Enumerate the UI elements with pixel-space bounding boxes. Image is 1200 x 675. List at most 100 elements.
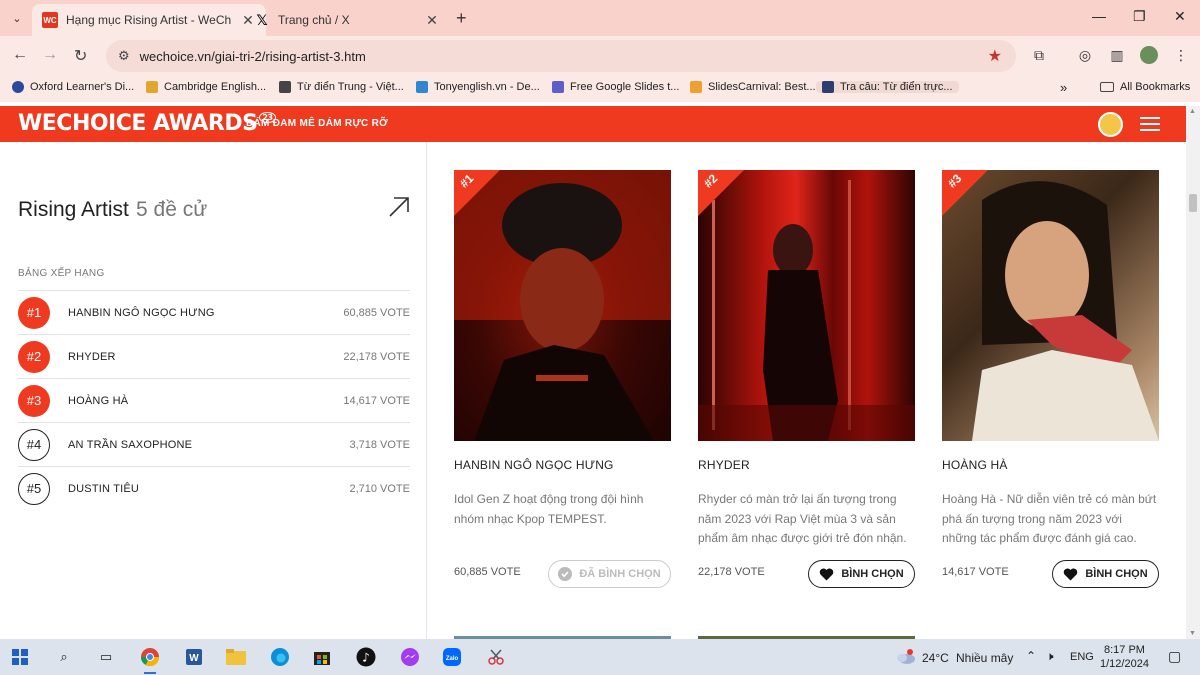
bookmark-label: Oxford Learner's Di... <box>30 81 135 93</box>
weather-temp[interactable]: 24°C <box>922 651 949 665</box>
ranking-row[interactable]: #4 AN TRẦN SAXOPHONE 3,718 VOTE <box>18 422 410 466</box>
wechoice-logo[interactable]: WECHOICE AWARDS 23 <box>18 111 276 136</box>
expand-arrow-icon[interactable] <box>388 196 410 218</box>
check-circle-icon <box>558 567 573 581</box>
vote-button[interactable]: BÌNH CHỌN <box>1052 560 1159 588</box>
weather-description[interactable]: Nhiều mây <box>956 651 1013 665</box>
nominee-name[interactable]: RHYDER <box>698 458 750 472</box>
speaker-muted-icon[interactable]: 🕨 <box>1046 649 1054 664</box>
file-explorer-icon[interactable] <box>224 645 248 669</box>
scroll-down-arrow-icon[interactable]: ▼ <box>1189 630 1196 637</box>
page-scrollbar[interactable]: ▲ ▼ <box>1186 106 1200 639</box>
bookmark-favicon <box>822 81 834 93</box>
bookmark-tonyenglish[interactable]: Tonyenglish.vn - De... <box>416 81 540 93</box>
windows-start-icon[interactable] <box>8 645 32 669</box>
system-clock[interactable]: 8:17 PM 1/12/2024 <box>1100 643 1149 671</box>
bookmark-star-icon[interactable]: ★ <box>988 46 1002 66</box>
folder-icon <box>1100 82 1114 92</box>
nominee-photo[interactable]: #3 <box>942 170 1159 441</box>
ranking-row[interactable]: #2 RHYDER 22,178 VOTE <box>18 334 410 378</box>
vote-count: 60,885 VOTE <box>343 306 410 319</box>
windows-taskbar: ⌕ ▭ W ♪ Zalo 24°C Nhiều mây ⌃ 🕨 ENG 8:17… <box>0 639 1200 675</box>
scroll-up-arrow-icon[interactable]: ▲ <box>1189 108 1196 115</box>
vote-count: 14,617 VOTE <box>343 394 410 407</box>
nominee-name: AN TRẦN SAXOPHONE <box>68 438 193 451</box>
bookmark-oxford[interactable]: Oxford Learner's Di... <box>12 81 134 93</box>
address-bar[interactable]: ⚙ wechoice.vn/giai-tri-2/rising-artist-3… <box>106 40 1016 72</box>
site-header: WECHOICE AWARDS 23 DÁM ĐAM MÊ DÁM RỰC RỠ <box>0 106 1186 142</box>
nominee-photo[interactable]: #1 <box>454 170 671 441</box>
window-close-icon[interactable]: ✕ <box>1174 8 1186 25</box>
bookmark-tra-cau[interactable]: Tra câu: Từ điển trực... <box>816 81 959 93</box>
back-arrow-icon[interactable]: ← <box>12 46 28 64</box>
bookmark-favicon <box>690 81 702 93</box>
menu-kebab-icon[interactable]: ⋮ <box>1172 46 1190 64</box>
ranking-list: #1 HANBIN NGÔ NGỌC HƯNG 60,885 VOTE #2 R… <box>18 290 410 510</box>
voted-button[interactable]: ĐÃ BÌNH CHỌN <box>548 560 671 588</box>
side-panel-icon[interactable]: ▥ <box>1108 46 1126 64</box>
all-bookmarks-label: All Bookmarks <box>1120 81 1191 93</box>
store-icon[interactable] <box>310 645 334 669</box>
svg-text:W: W <box>189 653 199 664</box>
restore-icon[interactable]: ❐ <box>1133 8 1146 25</box>
rank-badge: #3 <box>18 384 50 417</box>
all-bookmarks[interactable]: All Bookmarks <box>1100 81 1190 93</box>
vote-button-label: BÌNH CHỌN <box>841 568 904 580</box>
bookmark-label: Từ điển Trung - Việt... <box>297 81 404 93</box>
profile-avatar[interactable] <box>1140 46 1158 64</box>
rank-badge: #2 <box>18 340 50 373</box>
extension-icon[interactable]: ◎ <box>1076 46 1094 64</box>
user-avatar[interactable] <box>1098 112 1123 137</box>
vote-count: 2,710 VOTE <box>349 482 410 495</box>
task-view-icon[interactable]: ▭ <box>94 645 118 669</box>
ranking-row[interactable]: #3 HOÀNG HÀ 14,617 VOTE <box>18 378 410 422</box>
ranking-row[interactable]: #5 DUSTIN TIÊU 2,710 VOTE <box>18 466 410 510</box>
hamburger-menu-icon[interactable] <box>1140 117 1160 135</box>
bookmark-cambridge[interactable]: Cambridge English... <box>146 81 266 93</box>
weather-cloud-icon[interactable] <box>894 645 916 669</box>
notification-icon[interactable]: ▢ <box>1168 648 1181 665</box>
tiktok-icon[interactable]: ♪ <box>354 645 378 669</box>
edge-icon[interactable] <box>268 645 292 669</box>
bookmark-favicon <box>12 81 24 93</box>
tray-chevron-icon[interactable]: ⌃ <box>1026 649 1036 663</box>
tab-x-home[interactable]: 𝕏 Trang chủ / X ✕ <box>244 4 450 36</box>
extensions-puzzle-icon[interactable]: ⧉ <box>1030 46 1048 64</box>
bookmarks-overflow-icon[interactable]: » <box>1060 80 1067 95</box>
ranking-row[interactable]: #1 HANBIN NGÔ NGỌC HƯNG 60,885 VOTE <box>18 290 410 334</box>
messenger-icon[interactable] <box>398 645 422 669</box>
word-icon[interactable]: W <box>182 645 206 669</box>
scrollbar-thumb[interactable] <box>1189 194 1197 212</box>
input-language[interactable]: ENG <box>1070 651 1094 663</box>
browser-toolbar: ← → ↻ ⚙ wechoice.vn/giai-tri-2/rising-ar… <box>0 36 1200 76</box>
nominee-name[interactable]: HOÀNG HÀ <box>942 458 1008 472</box>
tab-search-chevron-icon[interactable]: ⌄ <box>6 7 28 29</box>
voted-button-label: ĐÃ BÌNH CHỌN <box>579 568 661 580</box>
new-tab-plus-icon[interactable]: + <box>456 8 467 29</box>
snipping-tool-icon[interactable] <box>484 645 508 669</box>
tab-rising-artist[interactable]: WC Hạng mục Rising Artist - WeCh ✕ <box>32 4 266 36</box>
chrome-icon[interactable] <box>138 645 162 674</box>
vote-count: 14,617 VOTE <box>942 566 1009 578</box>
nominee-name: HANBIN NGÔ NGỌC HƯNG <box>68 306 215 319</box>
nominee-name[interactable]: HANBIN NGÔ NGỌC HƯNG <box>454 458 614 472</box>
vote-button[interactable]: BÌNH CHỌN <box>808 560 915 588</box>
reload-icon[interactable]: ↻ <box>74 46 87 66</box>
site-settings-icon[interactable]: ⚙ <box>118 48 130 64</box>
nominee-card: #1 HANBIN NGÔ NGỌC HƯNG Idol Gen Z hoạt … <box>454 170 671 588</box>
bookmarks-bar: Oxford Learner's Di... Cambridge English… <box>0 76 1200 102</box>
bookmark-label: SlidesCarnival: Best... <box>708 81 816 93</box>
minimize-icon[interactable]: — <box>1092 8 1106 24</box>
close-icon[interactable]: ✕ <box>424 12 440 29</box>
bookmark-tu-dien-trung[interactable]: Từ điển Trung - Việt... <box>279 81 404 93</box>
nominee-photo[interactable]: #2 <box>698 170 915 441</box>
forward-arrow-icon[interactable]: → <box>42 46 58 64</box>
bookmark-free-google-slides[interactable]: Free Google Slides t... <box>552 81 679 93</box>
bookmark-label: Tra câu: Từ điển trực... <box>840 81 953 93</box>
nominee-name: HOÀNG HÀ <box>68 394 129 407</box>
vote-count: 22,178 VOTE <box>343 350 410 363</box>
search-icon[interactable]: ⌕ <box>52 645 76 669</box>
ranking-panel: Rising Artist 5 đề cử BẢNG XẾP HẠNG #1 H… <box>0 142 427 639</box>
zalo-icon[interactable]: Zalo <box>440 645 464 669</box>
bookmark-slidescarnival[interactable]: SlidesCarnival: Best... <box>690 81 816 93</box>
